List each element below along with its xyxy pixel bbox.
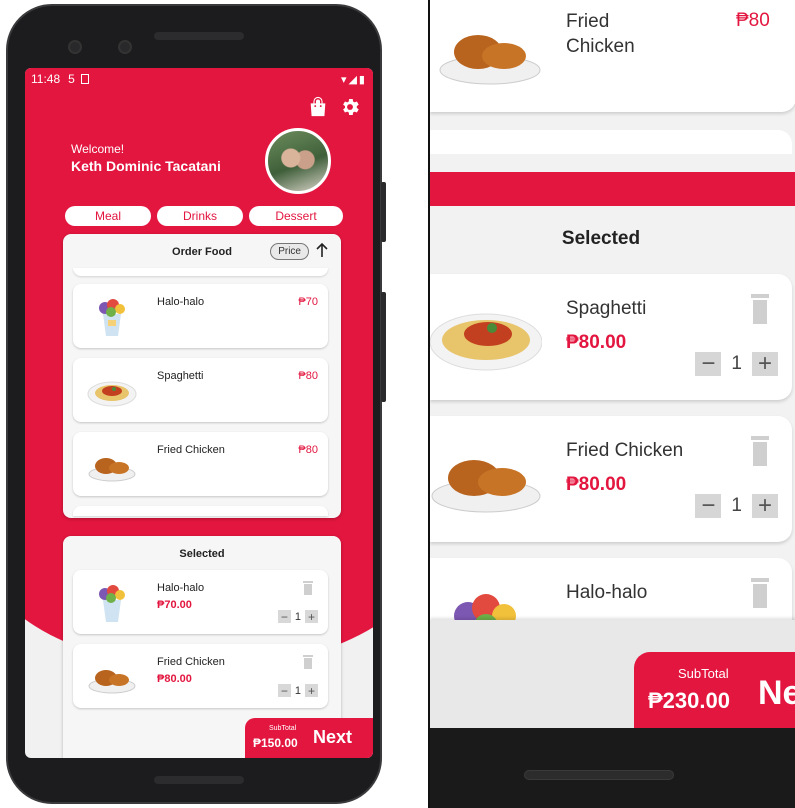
header-background bbox=[430, 172, 795, 206]
earpiece-speaker bbox=[154, 32, 244, 40]
trash-icon[interactable] bbox=[750, 434, 770, 466]
gear-icon[interactable] bbox=[339, 96, 361, 118]
home-indicator[interactable] bbox=[524, 770, 674, 780]
bottom-speaker bbox=[154, 776, 244, 784]
sort-price-chip[interactable]: Price bbox=[270, 243, 309, 260]
phone-frame: 11:48 5 ▾◢▮ Welcome! Keth Dominic Tacata… bbox=[6, 4, 386, 804]
quantity-stepper: − 1 + bbox=[695, 352, 778, 376]
signal-battery-icon: ▾◢▮ bbox=[340, 73, 367, 86]
zoomed-view: Fried Chicken ₱80 Selected Spaghetti ₱80… bbox=[428, 0, 795, 808]
tab-dessert[interactable]: Dessert bbox=[249, 206, 343, 226]
trash-icon[interactable] bbox=[302, 654, 314, 669]
subtotal-value: ₱230.00 bbox=[648, 688, 730, 713]
tab-meal[interactable]: Meal bbox=[65, 206, 151, 226]
food-price: ₱70 bbox=[298, 296, 318, 308]
quantity-value: 1 bbox=[294, 684, 301, 697]
status-bar: 11:48 5 ▾◢▮ bbox=[25, 68, 373, 90]
selected-price: ₱80.00 bbox=[157, 673, 192, 685]
checkout-bar: SubTotal ₱230.00 Ne bbox=[634, 652, 795, 730]
category-tabs: Meal Drinks Dessert bbox=[65, 206, 343, 226]
trash-icon[interactable] bbox=[750, 576, 770, 608]
food-item-fried-chicken[interactable]: Fried Chicken ₱80 bbox=[73, 432, 328, 496]
welcome-text: Welcome! bbox=[71, 142, 125, 156]
selected-name: Fried Chicken bbox=[566, 440, 684, 461]
volume-button bbox=[381, 292, 386, 402]
food-name: Spaghetti bbox=[157, 370, 204, 382]
food-item-spaghetti[interactable]: Spaghetti ₱80 bbox=[73, 358, 328, 422]
halo-halo-image bbox=[99, 585, 125, 622]
app-screen: 11:48 5 ▾◢▮ Welcome! Keth Dominic Tacata… bbox=[25, 68, 373, 758]
user-name: Keth Dominic Tacatani bbox=[71, 158, 221, 174]
halo-halo-image bbox=[99, 299, 125, 336]
power-button bbox=[381, 182, 386, 242]
selected-price: ₱70.00 bbox=[157, 599, 192, 611]
spaghetti-image bbox=[87, 381, 137, 407]
fried-chicken-image bbox=[431, 460, 541, 513]
fried-chicken-image bbox=[88, 458, 136, 482]
food-name: Fried Chicken bbox=[566, 11, 635, 57]
checkout-bar: SubTotal ₱150.00 Next bbox=[245, 718, 373, 758]
selected-name: Spaghetti bbox=[566, 298, 647, 319]
sim-icon bbox=[80, 74, 89, 84]
decrease-button[interactable]: − bbox=[277, 610, 291, 623]
quantity-value: 1 bbox=[731, 353, 742, 374]
selected-price: ₱80.00 bbox=[566, 332, 627, 353]
food-price: ₱80 bbox=[298, 370, 318, 382]
trash-icon[interactable] bbox=[750, 292, 770, 324]
selected-name: Fried Chicken bbox=[157, 656, 225, 668]
top-actions bbox=[307, 96, 361, 118]
shopping-bag-icon[interactable] bbox=[307, 96, 329, 118]
next-button[interactable]: Next bbox=[313, 727, 352, 748]
status-indicator: 5 bbox=[68, 72, 75, 86]
selected-title: Selected bbox=[561, 228, 641, 249]
fried-chicken-image bbox=[88, 670, 136, 694]
food-name: Halo-halo bbox=[157, 296, 205, 308]
list-item-partial bbox=[73, 268, 328, 276]
food-name: Fried Chicken bbox=[157, 444, 225, 456]
quantity-stepper: − 1 + bbox=[277, 684, 318, 697]
list-item-partial bbox=[73, 506, 328, 516]
decrease-button[interactable]: − bbox=[277, 684, 291, 697]
avatar[interactable] bbox=[265, 128, 331, 194]
quantity-value: 1 bbox=[294, 610, 301, 623]
increase-button[interactable]: + bbox=[752, 494, 778, 518]
decrease-button[interactable]: − bbox=[695, 494, 722, 518]
tab-drinks[interactable]: Drinks bbox=[157, 206, 243, 226]
food-item-halo-halo[interactable]: Halo-halo ₱70 bbox=[73, 284, 328, 348]
zoom-food-item-fried-chicken[interactable]: Fried Chicken ₱80 bbox=[430, 0, 795, 112]
selected-name: Halo-halo bbox=[566, 582, 648, 603]
next-button[interactable]: Ne bbox=[758, 674, 795, 713]
list-item-partial bbox=[430, 130, 792, 154]
selected-name: Halo-halo bbox=[157, 582, 205, 594]
food-price: ₱80 bbox=[736, 10, 770, 31]
increase-button[interactable]: + bbox=[305, 684, 318, 697]
status-time: 11:48 bbox=[31, 72, 61, 86]
front-camera-icon bbox=[68, 40, 82, 54]
navigation-bar bbox=[430, 728, 795, 808]
selected-item-halo-halo: Halo-halo ₱70.00 − 1 + bbox=[73, 570, 328, 634]
sort-arrow-up-icon[interactable] bbox=[315, 242, 329, 258]
order-food-panel: Order Food Price Halo-halo ₱70 Spaghetti… bbox=[63, 234, 341, 518]
selected-item-fried-chicken: Fried Chicken ₱80.00 − 1 + bbox=[73, 644, 328, 708]
fried-chicken-image bbox=[439, 35, 541, 85]
zoom-selected-spaghetti: Spaghetti ₱80.00 − 1 + bbox=[430, 274, 792, 400]
quantity-stepper: − 1 + bbox=[277, 610, 318, 623]
subtotal-label: SubTotal bbox=[678, 666, 729, 681]
decrease-button[interactable]: − bbox=[695, 352, 722, 376]
subtotal-value: ₱150.00 bbox=[253, 736, 298, 750]
selected-price: ₱80.00 bbox=[566, 474, 627, 495]
subtotal-label: SubTotal bbox=[269, 725, 297, 732]
zoom-selected-fried-chicken: Fried Chicken ₱80.00 − 1 + bbox=[430, 416, 792, 542]
selected-title: Selected bbox=[179, 548, 225, 560]
food-price: ₱80 bbox=[298, 444, 318, 456]
quantity-stepper: − 1 + bbox=[695, 494, 778, 518]
trash-icon[interactable] bbox=[302, 580, 314, 595]
increase-button[interactable]: + bbox=[305, 610, 318, 623]
increase-button[interactable]: + bbox=[752, 352, 778, 376]
front-sensor-icon bbox=[118, 40, 132, 54]
quantity-value: 1 bbox=[731, 495, 742, 516]
spaghetti-image bbox=[430, 313, 542, 371]
